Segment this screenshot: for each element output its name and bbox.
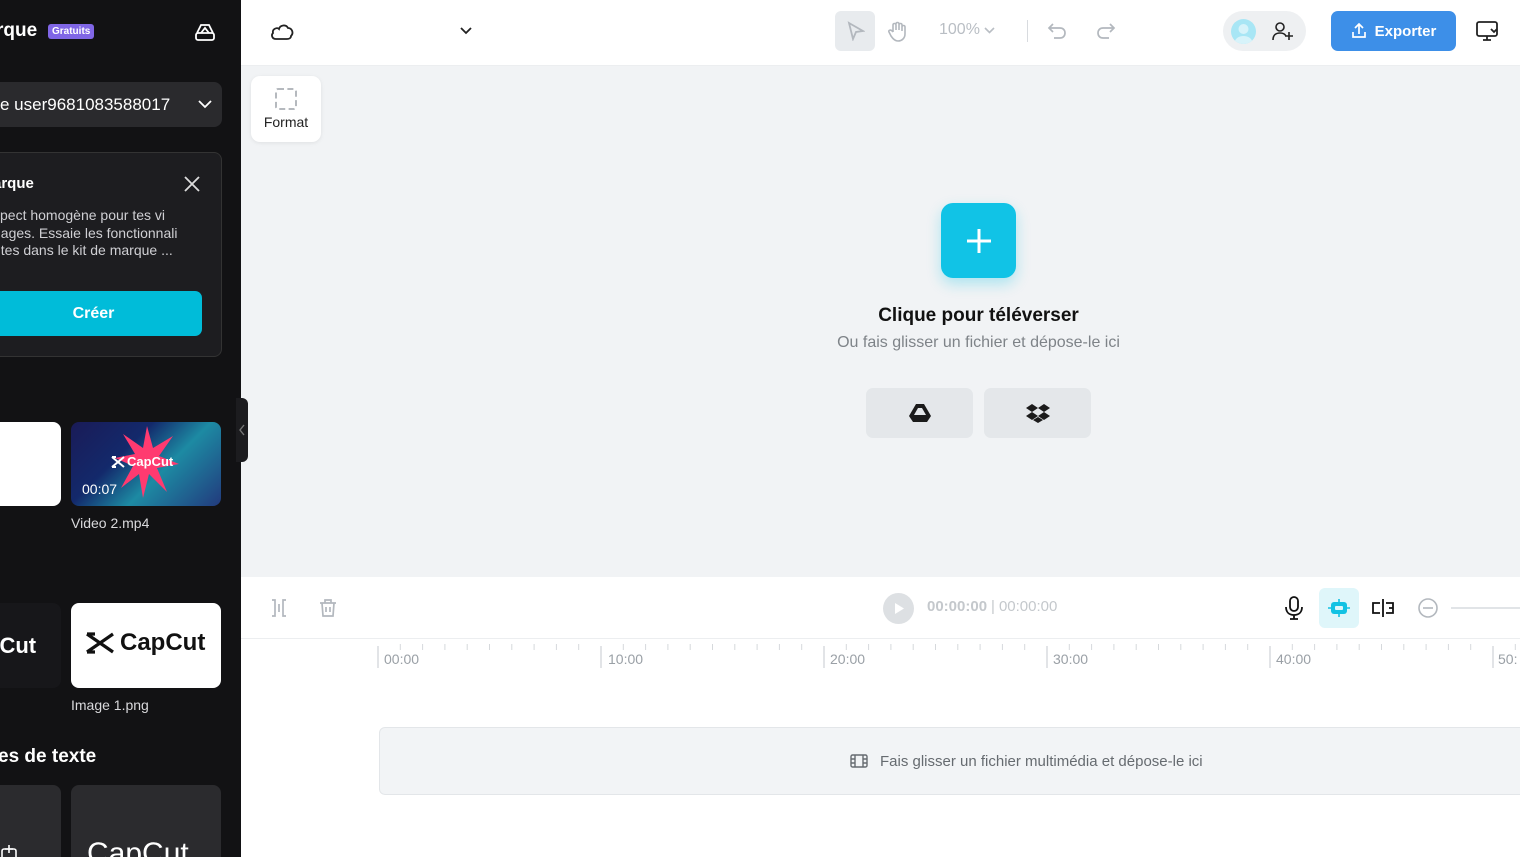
left-sidebar: rque Gratuits e user9681083588017 arque … <box>0 0 241 857</box>
plan-badge: Gratuits <box>48 24 95 39</box>
zoom-slider[interactable] <box>1451 607 1520 609</box>
pointer-icon <box>847 21 865 41</box>
chevron-down-icon[interactable] <box>456 20 476 42</box>
ruler-ticks <box>377 644 1516 668</box>
workspace-name: e user9681083588017 <box>0 94 171 114</box>
timeline-panel: 00:00:00 | 00:00:00 00:00 10:00 20:00 30:0… <box>241 577 1520 857</box>
promo-line: spect homogène pour tes vi <box>0 207 165 223</box>
ai-feature-button[interactable] <box>1319 588 1359 628</box>
create-button[interactable]: Créer <box>0 291 202 336</box>
google-drive-button[interactable] <box>866 388 973 438</box>
chevron-down-icon <box>984 26 995 34</box>
upload-title: Clique pour téléverser <box>878 305 1079 326</box>
zoom-out-icon[interactable] <box>1415 595 1441 621</box>
capcut-logo-text: CapCut <box>120 629 206 656</box>
upload-subtitle: Ou fais glisser un fichier et dépose-le … <box>837 334 1120 351</box>
redo-icon[interactable] <box>1095 20 1117 42</box>
time-separator: | <box>991 598 995 615</box>
image-thumbnail[interactable]: CapCut <box>71 603 221 688</box>
ruler-label: 10:00 <box>608 651 644 667</box>
monitor-icon[interactable] <box>1474 19 1500 43</box>
dropbox-button[interactable] <box>984 388 1091 438</box>
split-icon[interactable] <box>1369 594 1397 622</box>
media-thumbnail[interactable] <box>0 422 61 506</box>
close-icon[interactable] <box>181 173 203 195</box>
drop-hint: Fais glisser un fichier multimédia et dé… <box>880 752 1203 770</box>
capcut-logo: CapCut <box>111 454 173 469</box>
undo-icon[interactable] <box>1046 20 1068 42</box>
film-icon <box>850 754 868 768</box>
text-template-thumbnail[interactable]: CapCut <box>71 785 221 857</box>
collapse-sidebar-handle[interactable] <box>236 398 248 462</box>
add-user-icon[interactable] <box>1271 20 1295 42</box>
thumb-text: pCut <box>0 633 37 658</box>
brand-kit-icon[interactable] <box>192 20 218 44</box>
format-icon <box>275 88 297 110</box>
top-bar: 100% Exporter <box>241 0 1520 66</box>
brand-kit-promo-card: arque spect homogène pour tes vi nages. … <box>0 152 222 357</box>
export-button[interactable]: Exporter <box>1331 11 1456 51</box>
ruler-label: 40:00 <box>1276 651 1312 667</box>
collaborators-group[interactable] <box>1223 11 1306 51</box>
workspace-select[interactable]: e user9681083588017 <box>0 82 222 127</box>
upload-icon <box>1351 23 1366 38</box>
ruler-label: 20:00 <box>830 651 866 667</box>
text-template-thumbnail[interactable] <box>0 785 61 857</box>
avatar[interactable] <box>1231 19 1256 44</box>
video-duration: 00:07 <box>82 481 118 497</box>
text-template-preview: CapCut <box>87 837 189 857</box>
capcut-logo: CapCut <box>85 629 205 657</box>
trim-icon[interactable] <box>269 597 289 619</box>
promo-body: spect homogène pour tes vi nages. Essaie… <box>0 207 199 260</box>
canvas-area: Format Clique pour téléverser Ou fais gl… <box>241 67 1520 577</box>
promo-title: arque <box>0 175 34 192</box>
media-thumbnail[interactable]: pCut <box>0 603 61 688</box>
ruler-label: 50: <box>1498 651 1518 667</box>
format-button[interactable]: Format <box>251 76 321 142</box>
ai-icon <box>1328 599 1350 617</box>
google-drive-icon <box>908 404 931 422</box>
export-label: Exporter <box>1374 22 1437 40</box>
promo-line: ntes dans le kit de marque ... <box>0 242 173 258</box>
toolbar-divider <box>1027 20 1028 42</box>
playback-time: 00:00:00 | 00:00:00 <box>927 598 1057 615</box>
cloud-icon[interactable] <box>269 20 295 44</box>
trash-icon[interactable] <box>317 597 339 619</box>
ruler-label: 00:00 <box>384 651 420 667</box>
dropbox-icon <box>1025 404 1050 423</box>
plus-icon <box>966 228 991 253</box>
text-templates-title: es de texte <box>0 746 97 767</box>
zoom-select[interactable]: 100% <box>939 21 995 39</box>
text-template-icon <box>1 845 17 857</box>
capcut-logo-text: CapCut <box>127 454 174 469</box>
ruler-label: 30:00 <box>1053 651 1089 667</box>
total-time: 00:00:00 <box>998 598 1058 615</box>
timeline-drop-zone[interactable]: Fais glisser un fichier multimédia et dé… <box>379 727 1520 795</box>
brand-title: rque <box>0 20 38 41</box>
media-filename: Video 2.mp4 <box>71 515 150 531</box>
media-filename: Image 1.png <box>71 697 149 713</box>
play-button[interactable] <box>883 593 914 624</box>
promo-line: nages. Essaie les fonctionnali <box>0 224 178 241</box>
play-icon <box>894 603 904 614</box>
timeline-toolbar: 00:00:00 | 00:00:00 <box>241 577 1520 639</box>
zoom-value: 100% <box>939 21 980 38</box>
select-tool-button[interactable] <box>835 11 875 51</box>
timeline-ruler: 00:00 10:00 20:00 30:00 40:00 50: <box>241 640 1520 670</box>
chevron-down-icon <box>188 100 222 109</box>
microphone-icon[interactable] <box>1281 594 1307 622</box>
format-label: Format <box>263 114 309 130</box>
hand-tool-icon[interactable] <box>887 20 909 42</box>
upload-button[interactable] <box>941 203 1016 278</box>
video-thumbnail[interactable]: CapCut 00:07 <box>71 422 221 506</box>
current-time: 00:00:00 <box>927 598 988 615</box>
